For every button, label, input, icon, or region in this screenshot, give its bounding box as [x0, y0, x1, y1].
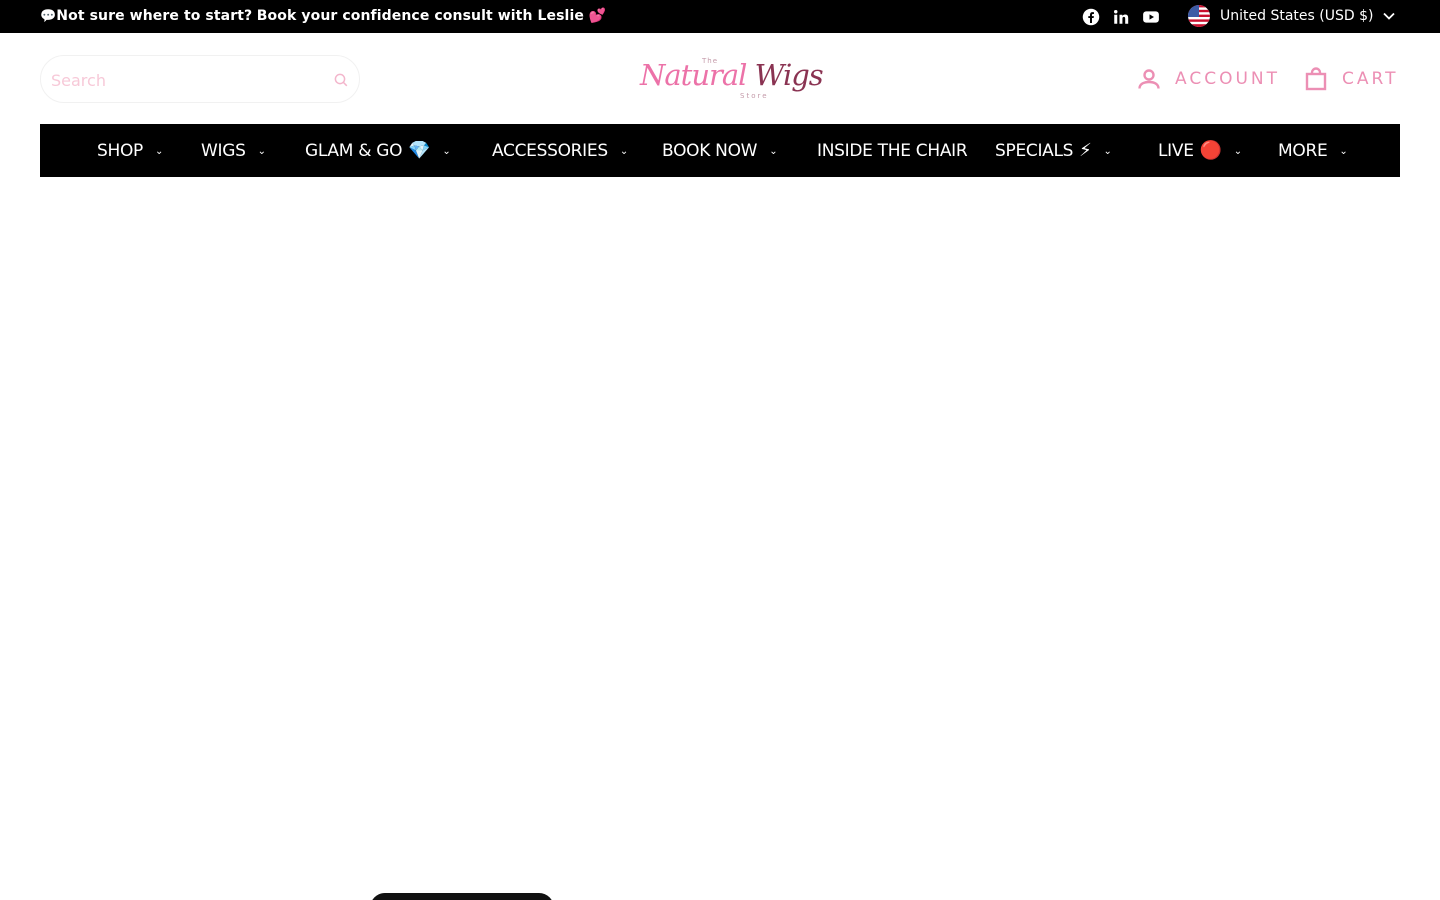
cart-label: CART: [1342, 69, 1399, 89]
announcement-rest: Book your confidence consult with Leslie: [256, 8, 584, 24]
lightning-icon: ⚡: [1079, 140, 1092, 161]
nav-item-glam-go[interactable]: GLAM & GO 💎 ⌄: [305, 124, 451, 177]
nav-item-accessories[interactable]: ACCESSORIES ⌄: [492, 124, 628, 177]
chevron-down-icon: ⌄: [257, 146, 266, 157]
shopping-bag-icon: [1305, 67, 1327, 91]
linkedin-icon[interactable]: [1112, 8, 1130, 26]
chevron-down-icon: ⌄: [1339, 146, 1348, 157]
nav-label: SPECIALS: [995, 140, 1074, 161]
logo-store: Store: [740, 92, 769, 100]
nav-label: MORE: [1278, 140, 1328, 161]
currency-selector[interactable]: United States (USD $): [1188, 5, 1396, 27]
search-icon[interactable]: [333, 72, 349, 88]
chevron-down-icon: ⌄: [619, 146, 628, 157]
main-navigation: SHOP ⌄ WIGS ⌄ GLAM & GO 💎 ⌄ ACCESSORIES ⌄ BOO…: [40, 124, 1400, 177]
announcement-bar: 💬Not sure where to start? Book your conf…: [0, 0, 1440, 33]
search-input[interactable]: [51, 68, 311, 92]
nav-label: INSIDE THE CHAIR: [817, 140, 968, 161]
nav-item-shop[interactable]: SHOP ⌄: [97, 124, 163, 177]
nav-item-specials[interactable]: SPECIALS ⚡ ⌄: [995, 124, 1112, 177]
nav-item-wigs[interactable]: WIGS ⌄: [201, 124, 266, 177]
announcement-bold: Not sure where to start?: [56, 8, 253, 24]
facebook-icon[interactable]: [1082, 8, 1100, 26]
search-box: [40, 55, 360, 103]
chevron-down-icon: ⌄: [155, 146, 164, 157]
cart-link[interactable]: CART: [1304, 64, 1398, 94]
chevron-down-icon: ⌄: [442, 146, 451, 157]
nav-label: ACCESSORIES: [492, 140, 608, 161]
speech-bubble-icon: 💬: [40, 9, 57, 24]
currency-label: United States (USD $): [1220, 8, 1374, 24]
chevron-down-icon: [1383, 12, 1396, 20]
account-label: ACCOUNT: [1175, 69, 1280, 89]
store-logo[interactable]: The Natural Wigs Store: [638, 52, 824, 104]
logo-word-wigs: Wigs: [754, 58, 824, 92]
chevron-down-icon: ⌄: [769, 146, 778, 157]
us-flag-icon: [1188, 5, 1210, 27]
logo-wordmark: Natural Wigs: [640, 58, 824, 92]
account-link[interactable]: ACCOUNT: [1137, 64, 1280, 94]
logo-word-natural: Natural: [640, 58, 747, 92]
user-icon: [1138, 69, 1160, 89]
youtube-icon[interactable]: [1142, 8, 1160, 26]
nav-item-live[interactable]: LIVE 🔴 ⌄: [1158, 124, 1242, 177]
nav-label: GLAM & GO: [305, 140, 403, 161]
heart-icon: 💕: [588, 8, 607, 24]
gem-icon: 💎: [408, 140, 431, 161]
nav-item-more[interactable]: MORE ⌄: [1278, 124, 1348, 177]
nav-label: SHOP: [97, 140, 144, 161]
nav-item-book-now[interactable]: BOOK NOW ⌄: [662, 124, 778, 177]
floating-button[interactable]: [370, 893, 554, 900]
nav-label: BOOK NOW: [662, 140, 758, 161]
red-circle-icon: 🔴: [1199, 140, 1222, 161]
nav-label: WIGS: [201, 140, 246, 161]
chevron-down-icon: ⌄: [1233, 146, 1242, 157]
announcement-text[interactable]: 💬Not sure where to start? Book your conf…: [40, 7, 606, 26]
chevron-down-icon: ⌄: [1103, 146, 1112, 157]
social-links: [1082, 8, 1160, 26]
nav-label: LIVE: [1158, 140, 1194, 161]
nav-item-inside-the-chair[interactable]: INSIDE THE CHAIR: [817, 124, 968, 177]
